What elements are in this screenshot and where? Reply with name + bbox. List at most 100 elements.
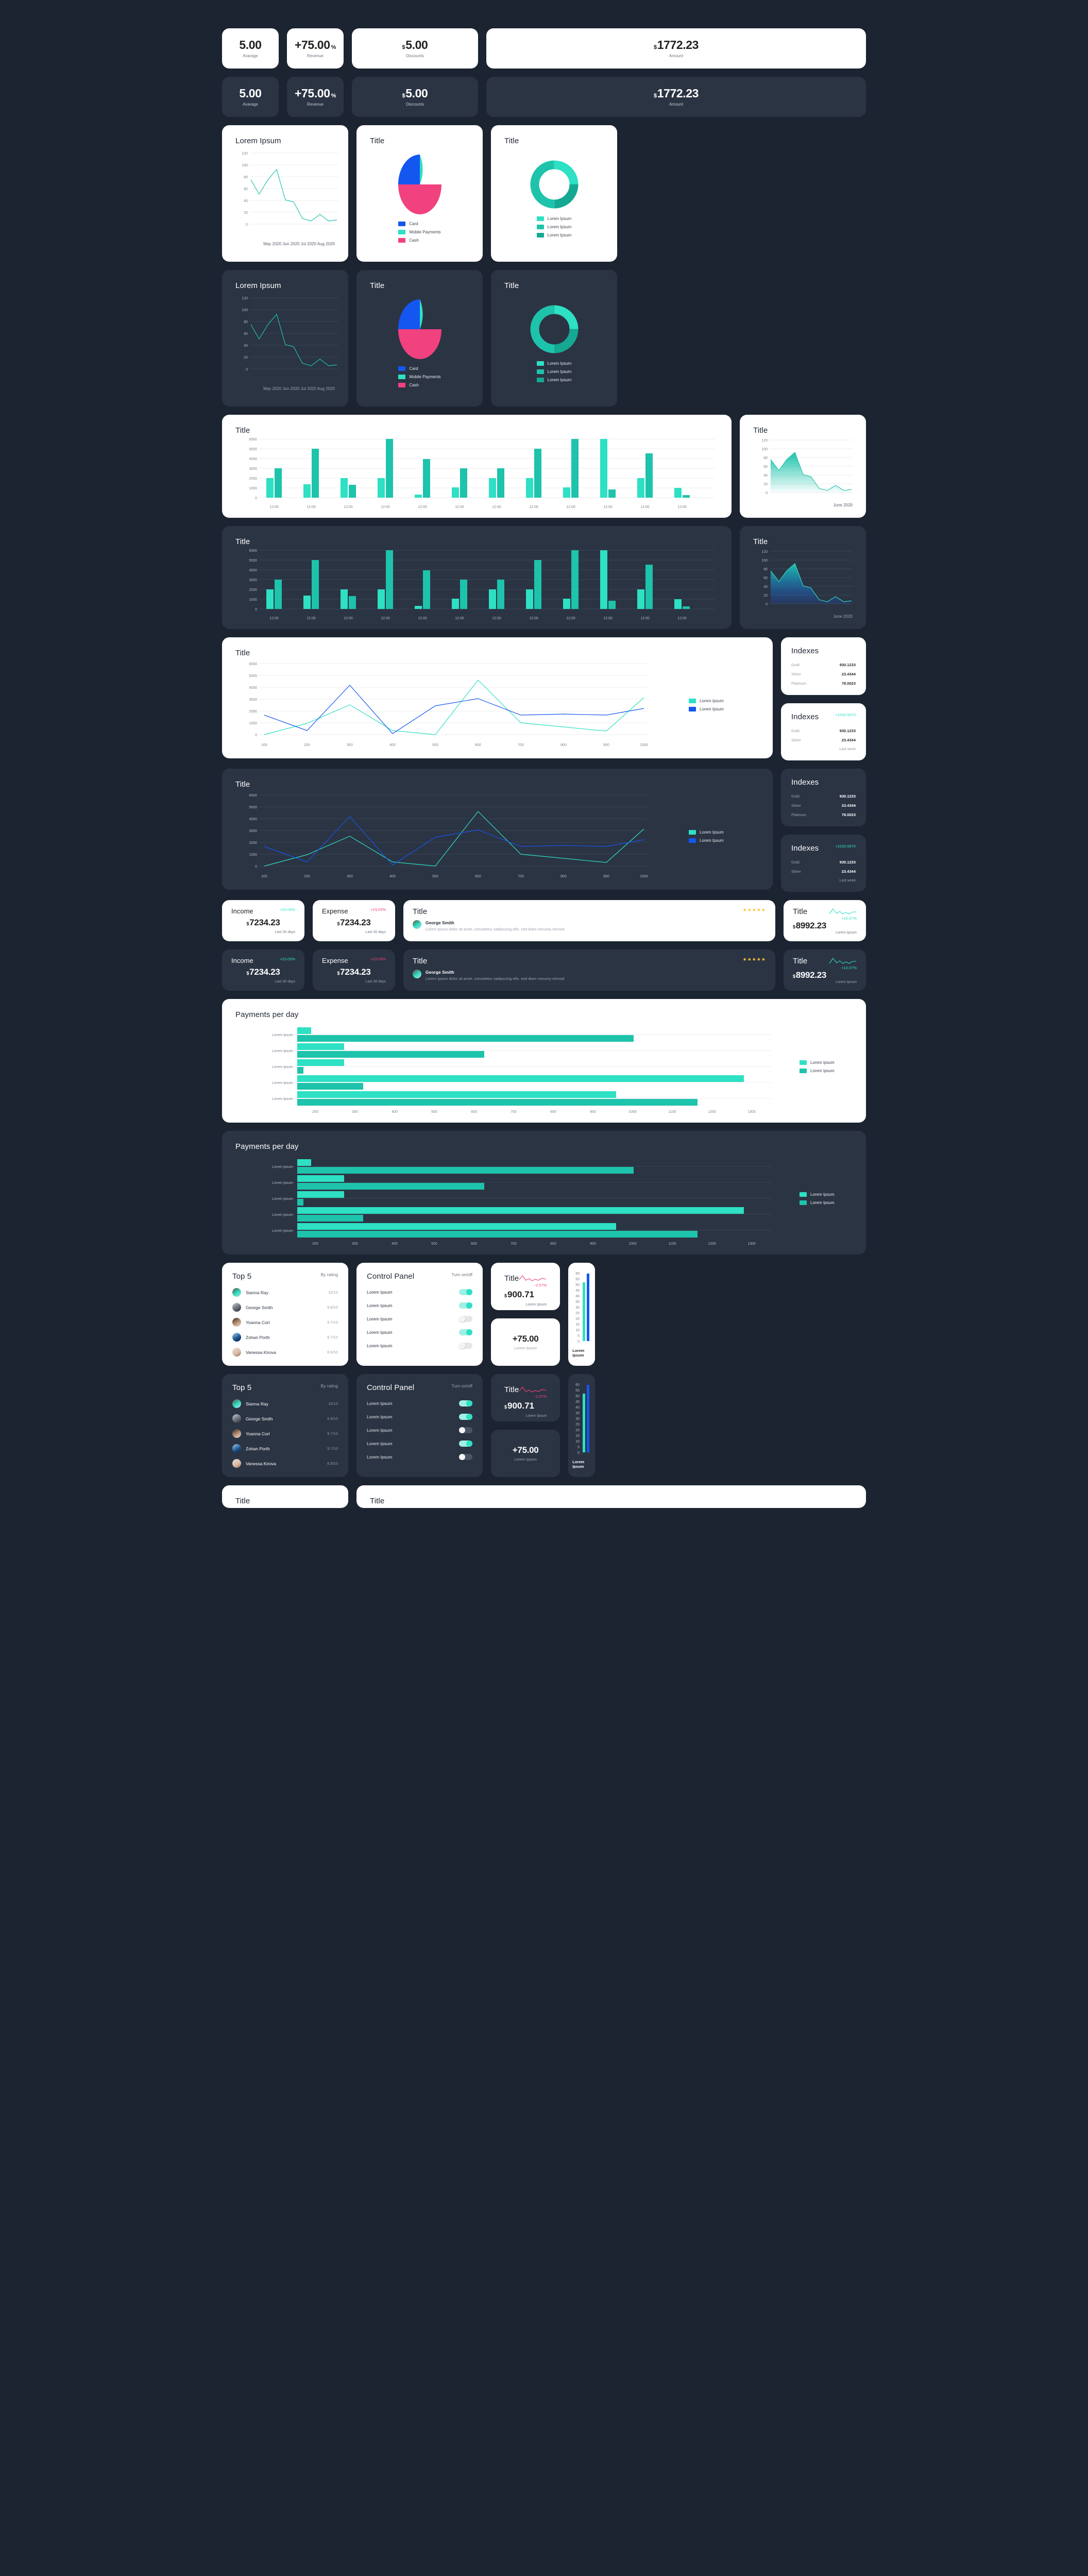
toggle-switch[interactable] — [459, 1302, 472, 1309]
pie-chart-card-dark[interactable]: Title Card Mobile Payments Cash — [356, 270, 483, 406]
toggle-switch[interactable] — [459, 1343, 472, 1349]
area-chart-card[interactable]: Title 120 100 80 60 40 20 0 June 2020 — [740, 415, 866, 518]
payments-per-day-card-dark[interactable]: Payments per day Lorem Ipsum Lorem Ipsum… — [222, 1131, 866, 1255]
toggle-switch[interactable] — [459, 1316, 472, 1322]
money-card-dark[interactable]: Title -2.07% $ 900.71 Lorem Ipsum — [491, 1374, 560, 1421]
control-panel-action[interactable]: Turn on/off — [451, 1383, 472, 1388]
avatar — [232, 1318, 241, 1327]
vertical-gauge-chart: 60 55 50 45 40 35 30 25 20 15 10 5 0 — [575, 1383, 590, 1455]
plus-card-dark[interactable]: +75.00 Lorem Ipsum — [491, 1430, 560, 1477]
multiline-chart-card-dark[interactable]: Title 6000 5000 4000 3000 2000 1000 0 10… — [222, 769, 773, 890]
svg-text:200: 200 — [304, 743, 310, 747]
list-item[interactable]: Zohan Porth 9.7/10 — [232, 1444, 338, 1453]
indexes-delta-card-dark[interactable]: Indexes +1033.5670 Gold 930.1233 Silver … — [781, 834, 866, 892]
kpi-card-avarage-dark[interactable]: 5.00 Avarage — [222, 77, 279, 117]
line-chart-card-dark[interactable]: Lorem Ipsum 120 100 80 60 40 20 0 May 20… — [222, 270, 348, 406]
gauge-card-dark[interactable]: 60 55 50 45 40 35 30 25 20 15 10 5 0 Lor — [568, 1374, 596, 1477]
kpi-card-avarage[interactable]: 5.00 Avarage — [222, 28, 279, 69]
area-chart: 120 100 80 60 40 20 0 — [761, 439, 853, 495]
card-title: Indexes — [791, 647, 819, 655]
svg-text:5000: 5000 — [249, 806, 257, 809]
toggle-switch[interactable] — [459, 1329, 472, 1335]
expense-card-dark[interactable]: Expense +23.03% $ 7234.23 Last 30 days — [313, 950, 395, 991]
toggle-switch[interactable] — [459, 1427, 472, 1433]
svg-text:100: 100 — [261, 743, 267, 747]
top5-action[interactable]: By rating — [320, 1383, 338, 1388]
list-item[interactable]: Yoanna Corl 9.7/10 — [232, 1429, 338, 1438]
toggle-switch[interactable] — [459, 1400, 472, 1406]
income-card[interactable]: Income +23.03% $ 7234.23 Last 30 days — [222, 900, 304, 941]
area-chart-card-dark[interactable]: Title 120 100 80 60 40 20 0 June 2020 — [740, 526, 866, 629]
review-card[interactable]: Title ★★★★★ George Smith Lorem ipsum dol… — [403, 900, 775, 941]
control-panel-action[interactable]: Turn on/off — [451, 1272, 472, 1277]
person-rating: 9.7/10 — [327, 1431, 338, 1436]
svg-text:1100: 1100 — [668, 1110, 676, 1114]
kpi-card-discounts-dark[interactable]: $ 5.00 Discounts — [352, 77, 478, 117]
control-panel-card[interactable]: Control Panel Turn on/off Lorem Ipsum Lo… — [356, 1263, 483, 1366]
list-item[interactable]: Sianna Ray 10/10 — [232, 1399, 338, 1408]
svg-text:20: 20 — [763, 483, 768, 486]
expense-footer: Last 30 days — [365, 980, 386, 984]
svg-text:30: 30 — [575, 1306, 580, 1310]
legend-item: Mobile Payments — [398, 229, 441, 234]
control-label: Lorem Ipsum — [367, 1343, 393, 1348]
kpi-card-amount[interactable]: $ 1772.23 Amount — [486, 28, 866, 69]
indexes-card[interactable]: Indexes Gold 930.1233 Silver 23.4344 Pla… — [781, 637, 866, 695]
horizontal-bar-chart: Lorem Ipsum Lorem Ipsum Lorem Ipsum Lore… — [272, 1159, 771, 1246]
toggle-knob — [466, 1414, 472, 1420]
card-title: Title — [370, 281, 385, 290]
money-card[interactable]: Title -2.07% $ 900.71 Lorem Ipsum — [491, 1263, 560, 1310]
plus-card[interactable]: +75.00 Lorem Ipsum — [491, 1318, 560, 1366]
indexes-card-dark[interactable]: Indexes Gold 930.1233 Silver 23.4344 Pla… — [781, 769, 866, 826]
kpi-card-revenue-dark[interactable]: +75.00 % Revenue — [287, 77, 344, 117]
list-item[interactable]: Yoanna Corl 9.7/10 — [232, 1318, 338, 1327]
spark-card-dark[interactable]: Title +10.07% $ 8992.23 Lorem Ipsum — [784, 950, 866, 991]
toggle-knob — [466, 1329, 472, 1335]
kpi-value: $ 1772.23 — [654, 87, 699, 99]
review-card-dark[interactable]: Title ★★★★★ George Smith Lorem ipsum dol… — [403, 950, 775, 991]
toggle-switch[interactable] — [459, 1289, 472, 1295]
charts-row-dark: Lorem Ipsum 120 100 80 60 40 20 0 May 20… — [222, 270, 866, 406]
top5-card-dark[interactable]: Top 5 By rating Sianna Ray 10/10 George S… — [222, 1374, 348, 1477]
kpi-card-revenue[interactable]: +75.00 % Revenue — [287, 28, 344, 69]
kpi-card-discounts[interactable]: $ 5.00 Discounts — [352, 28, 478, 69]
toggle-switch[interactable] — [459, 1440, 472, 1447]
expense-number: 7234.23 — [340, 918, 371, 927]
donut-chart — [530, 160, 578, 208]
bottom-card-2[interactable]: Title — [356, 1485, 866, 1508]
svg-text:3000: 3000 — [249, 579, 257, 582]
card-title: Lorem Ipsum — [235, 281, 281, 290]
multiline-chart-card[interactable]: Title 6000 5000 4000 3000 2000 1000 0 10… — [222, 637, 773, 758]
gauge-footer: Lorem Ipsum — [572, 1348, 585, 1358]
list-item[interactable]: George Smith 9.8/10 — [232, 1414, 338, 1423]
spark-card[interactable]: Title +10.07% $ 8992.23 Lorem Ipsum — [784, 900, 866, 941]
indexes-delta-card[interactable]: Indexes +1033.5670 Gold 930.1233 Silver … — [781, 703, 866, 760]
payments-per-day-card[interactable]: Payments per day Lorem Ipsum Lorem Ipsum… — [222, 999, 866, 1123]
list-item[interactable]: Vanessa Kirova 8.9/10 — [232, 1348, 338, 1357]
star-rating-icon: ★★★★★ — [742, 957, 766, 962]
person-rating: 9.8/10 — [327, 1416, 338, 1421]
bottom-card-1[interactable]: Title — [222, 1485, 348, 1508]
pie-chart-card[interactable]: Title Card Mobile Payments Cash — [356, 125, 483, 262]
toggle-switch[interactable] — [459, 1414, 472, 1420]
gauge-card[interactable]: 60 55 50 45 40 35 30 25 20 15 10 5 0 Lor — [568, 1263, 596, 1366]
list-item[interactable]: Sianna Ray 10/10 — [232, 1288, 338, 1297]
expense-footer: Last 30 days — [365, 930, 386, 934]
income-card-dark[interactable]: Income +23.03% $ 7234.23 Last 30 days — [222, 950, 304, 991]
donut-chart-card-dark[interactable]: Title Lorem Ipsum Lorem Ipsum Lorem Ipsu… — [491, 270, 617, 406]
donut-chart-card[interactable]: Title Lorem Ipsum Lorem Ipsum Lorem Ipsu… — [491, 125, 617, 262]
legend-label: Lorem Ipsum — [700, 838, 724, 843]
top5-card[interactable]: Top 5 By rating Sianna Ray 10/10 George S… — [222, 1263, 348, 1366]
list-item[interactable]: Zohan Porth 9.7/10 — [232, 1333, 338, 1342]
bar-chart-card-dark[interactable]: Title 6000 5000 4000 3000 2000 1000 0 12… — [222, 526, 732, 629]
list-item[interactable]: Vanessa Kirova 8.9/10 — [232, 1459, 338, 1468]
top5-action[interactable]: By rating — [320, 1272, 338, 1277]
list-item[interactable]: George Smith 9.8/10 — [232, 1303, 338, 1312]
toggle-switch[interactable] — [459, 1454, 472, 1460]
kpi-card-amount-dark[interactable]: $ 1772.23 Amount — [486, 77, 866, 117]
control-panel-card-dark[interactable]: Control Panel Turn on/off Lorem Ipsum Lo… — [356, 1374, 483, 1477]
line-chart-card[interactable]: Lorem Ipsum 120 100 80 60 40 20 0 May 20… — [222, 125, 348, 262]
expense-card[interactable]: Expense +23.03% $ 7234.23 Last 30 days — [313, 900, 395, 941]
svg-text:0: 0 — [255, 865, 257, 869]
bar-chart-card[interactable]: Title 6000 5000 4000 3000 2000 1000 0 12… — [222, 415, 732, 518]
